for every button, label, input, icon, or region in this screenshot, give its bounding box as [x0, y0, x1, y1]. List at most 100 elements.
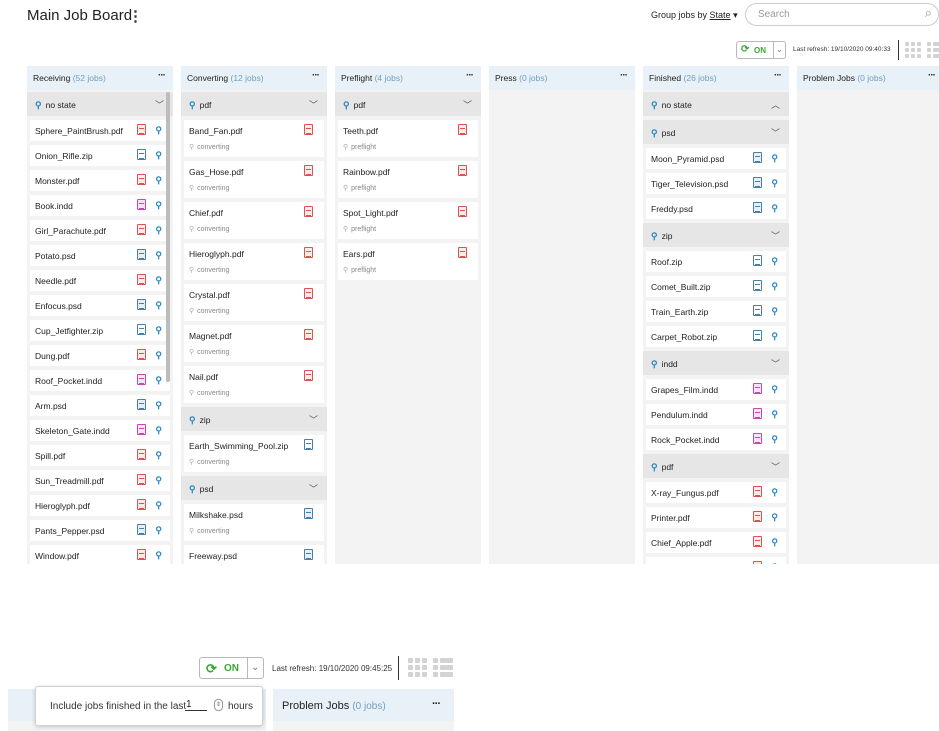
pin-icon[interactable]: ⚲ — [155, 275, 162, 286]
pin-icon[interactable]: ⚲ — [771, 153, 778, 164]
pin-icon[interactable]: ⚲ — [155, 175, 162, 186]
pin-icon[interactable]: ⚲ — [771, 203, 778, 214]
pin-icon[interactable]: ⚲ — [771, 434, 778, 445]
stepper-icon[interactable]: ⇕ — [214, 699, 223, 711]
pin-icon[interactable]: ⚲ — [155, 475, 162, 486]
pin-icon[interactable]: ⚲ — [155, 375, 162, 386]
job-card[interactable]: Teeth.pdf ⚲ preflight — [338, 120, 478, 157]
more-icon[interactable]: ··· — [432, 698, 441, 710]
chevron-down-icon[interactable]: ﹀ — [463, 98, 472, 111]
more-icon[interactable]: ··· — [774, 70, 782, 81]
pin-icon[interactable]: ⚲ — [155, 500, 162, 511]
job-card[interactable]: Sun_Treadmill.pdf ⚲ — [30, 470, 170, 491]
search-input[interactable]: Search — [758, 9, 790, 20]
job-card[interactable]: Roof_Pocket.indd ⚲ — [30, 370, 170, 391]
group-header[interactable]: ⚲ psd ﹀ — [643, 120, 789, 144]
auto-refresh-toggle-zoom[interactable]: ⟳ ON ⌄ — [199, 657, 264, 679]
group-header[interactable]: ⚲ no state ︿ — [643, 92, 789, 116]
job-card[interactable]: Freeway.psd⚲converting — [184, 545, 324, 564]
job-card[interactable]: Band_Fan.pdf ⚲ converting — [184, 120, 324, 157]
group-header[interactable]: ⚲ indd ﹀ — [643, 351, 789, 375]
more-icon[interactable]: ··· — [158, 70, 166, 81]
job-card[interactable]: Spot_Light.pdf ⚲ preflight — [338, 202, 478, 239]
more-icon[interactable]: ··· — [620, 70, 628, 81]
job-card[interactable]: Earth_Swimming_Pool.zip ⚲ converting — [184, 435, 324, 472]
job-card[interactable]: Moon_Pyramid.psd ⚲ — [646, 148, 786, 169]
job-card[interactable]: Skeleton_Gate.indd ⚲ — [30, 420, 170, 441]
pin-icon[interactable]: ⚲ — [155, 200, 162, 211]
job-card[interactable]: Hieroglyph.pdf ⚲ converting — [184, 243, 324, 280]
job-card[interactable]: Arm.psd ⚲ — [30, 395, 170, 416]
group-header[interactable]: ⚲ no state ﹀ — [27, 92, 173, 116]
more-icon[interactable]: ··· — [466, 70, 474, 81]
job-card[interactable]: Printer.pdf ⚲ — [646, 507, 786, 528]
group-header[interactable]: ⚲ zip ﹀ — [643, 223, 789, 247]
group-header[interactable]: ⚲ zip ﹀ — [181, 407, 327, 431]
job-card[interactable]: Cup_Jetfighter.zip ⚲ — [30, 320, 170, 341]
group-by-control[interactable]: Group jobs by State ▾ — [651, 10, 738, 21]
job-card[interactable]: Ears.pdf ⚲ preflight — [338, 243, 478, 280]
pin-icon[interactable]: ⚲ — [771, 487, 778, 498]
job-card[interactable]: Tiger_Television.psd ⚲ — [646, 173, 786, 194]
job-card[interactable]: X-ray_Fungus.pdf ⚲ — [646, 482, 786, 503]
job-card[interactable]: LOL_Feather.pdf ⚲ — [646, 557, 786, 564]
pin-icon[interactable]: ⚲ — [771, 178, 778, 189]
job-card[interactable]: Gas_Hose.pdf ⚲ converting — [184, 161, 324, 198]
job-card[interactable]: Chief.pdf ⚲ converting — [184, 202, 324, 239]
pin-icon[interactable]: ⚲ — [155, 350, 162, 361]
pin-icon[interactable]: ⚲ — [771, 562, 778, 564]
pin-icon[interactable]: ⚲ — [771, 409, 778, 420]
chevron-down-icon[interactable]: ﹀ — [309, 98, 318, 111]
search-icon[interactable]: ⌕ — [925, 5, 932, 21]
chevron-down-icon[interactable]: ﹀ — [771, 126, 780, 139]
list-view-icon[interactable] — [433, 658, 453, 677]
job-card[interactable]: Rock_Pocket.indd ⚲ — [646, 429, 786, 450]
job-card[interactable]: Dung.pdf ⚲ — [30, 345, 170, 366]
pin-icon[interactable]: ⚲ — [771, 256, 778, 267]
group-header[interactable]: ⚲ pdf ﹀ — [181, 92, 327, 116]
job-card[interactable]: Rainbow.pdf ⚲ preflight — [338, 161, 478, 198]
pin-icon[interactable]: ⚲ — [155, 250, 162, 261]
group-header[interactable]: ⚲ psd ﹀ — [181, 476, 327, 500]
chevron-down-icon[interactable]: ﹀ — [771, 229, 780, 242]
job-card[interactable]: Grapes_Film.indd ⚲ — [646, 379, 786, 400]
job-card[interactable]: Girl_Parachute.pdf ⚲ — [30, 220, 170, 241]
receiving-scrollbar[interactable] — [166, 92, 170, 382]
grid-view-icon[interactable] — [408, 658, 427, 677]
pin-icon[interactable]: ⚲ — [155, 300, 162, 311]
pin-icon[interactable]: ⚲ — [771, 537, 778, 548]
chevron-down-icon[interactable]: ⌄ — [251, 662, 259, 673]
grid-view-icon[interactable] — [905, 42, 921, 58]
pin-icon[interactable]: ⚲ — [155, 225, 162, 236]
hours-input[interactable]: 1 — [185, 699, 207, 711]
list-view-icon[interactable] — [927, 42, 939, 58]
chevron-down-icon[interactable]: ﹀ — [155, 98, 164, 111]
job-card[interactable]: Chief_Apple.pdf ⚲ — [646, 532, 786, 553]
job-card[interactable]: Onion_Rifle.zip ⚲ — [30, 145, 170, 166]
job-card[interactable]: Train_Earth.zip ⚲ — [646, 301, 786, 322]
job-card[interactable]: Enfocus.psd ⚲ — [30, 295, 170, 316]
more-icon[interactable]: ··· — [928, 70, 936, 81]
pin-icon[interactable]: ⚲ — [771, 281, 778, 292]
pin-icon[interactable]: ⚲ — [771, 512, 778, 523]
chevron-down-icon[interactable]: ⌄ — [776, 45, 783, 54]
pin-icon[interactable]: ⚲ — [771, 306, 778, 317]
chevron-down-icon[interactable]: ﹀ — [771, 357, 780, 370]
job-card[interactable]: Nail.pdf ⚲ converting — [184, 366, 324, 403]
job-card[interactable]: Pendulum.indd ⚲ — [646, 404, 786, 425]
job-card[interactable]: Pants_Pepper.psd ⚲ — [30, 520, 170, 541]
more-icon[interactable]: ··· — [312, 70, 320, 81]
job-card[interactable]: Freddy.psd ⚲ — [646, 198, 786, 219]
job-card[interactable]: Sphere_PaintBrush.pdf ⚲ — [30, 120, 170, 141]
job-card[interactable]: Crystal.pdf ⚲ converting — [184, 284, 324, 321]
group-header[interactable]: ⚲ pdf ﹀ — [643, 454, 789, 478]
chevron-down-icon[interactable]: ﹀ — [309, 482, 318, 495]
job-card[interactable]: Hieroglyph.pdf ⚲ — [30, 495, 170, 516]
pin-icon[interactable]: ⚲ — [155, 400, 162, 411]
search-box[interactable]: Search ⌕ — [745, 3, 939, 26]
chevron-down-icon[interactable]: ﹀ — [771, 460, 780, 473]
group-header[interactable]: ⚲ pdf ﹀ — [335, 92, 481, 116]
pin-icon[interactable]: ⚲ — [155, 550, 162, 561]
job-card[interactable]: Needle.pdf ⚲ — [30, 270, 170, 291]
pin-icon[interactable]: ⚲ — [155, 525, 162, 536]
